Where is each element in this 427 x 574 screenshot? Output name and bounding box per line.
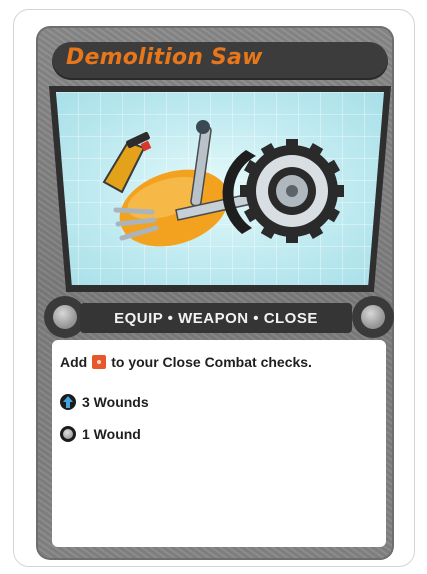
saw-handle bbox=[102, 140, 146, 194]
keyword-bar: EQUIP • WEAPON • CLOSE bbox=[80, 303, 352, 333]
card-title: Demolition Saw bbox=[66, 45, 263, 70]
stat-text: 3 Wounds bbox=[82, 394, 149, 410]
stat-row-wounds-1: 1 Wound bbox=[60, 426, 141, 442]
card-keywords: EQUIP • WEAPON • CLOSE bbox=[114, 309, 318, 327]
rule-suffix: to your Close Combat checks. bbox=[111, 354, 312, 370]
red-die-icon bbox=[92, 355, 107, 369]
stat-row-wounds-3: 3 Wounds bbox=[60, 394, 149, 410]
circular-blade bbox=[240, 139, 344, 243]
rules-text-panel: Add to your Close Combat checks. 3 Wound… bbox=[52, 340, 386, 547]
gray-wound-circle-icon bbox=[60, 426, 76, 442]
arm-knob bbox=[196, 120, 210, 134]
title-bar: Demolition Saw bbox=[52, 42, 388, 80]
rule-prefix: Add bbox=[60, 354, 88, 370]
stat-text: 1 Wound bbox=[82, 426, 141, 442]
right-corner-circle bbox=[352, 296, 394, 338]
blue-wound-arrow-icon bbox=[60, 394, 76, 410]
demolition-saw-illustration bbox=[102, 120, 344, 247]
rule-text: Add to your Close Combat checks. bbox=[60, 354, 312, 370]
